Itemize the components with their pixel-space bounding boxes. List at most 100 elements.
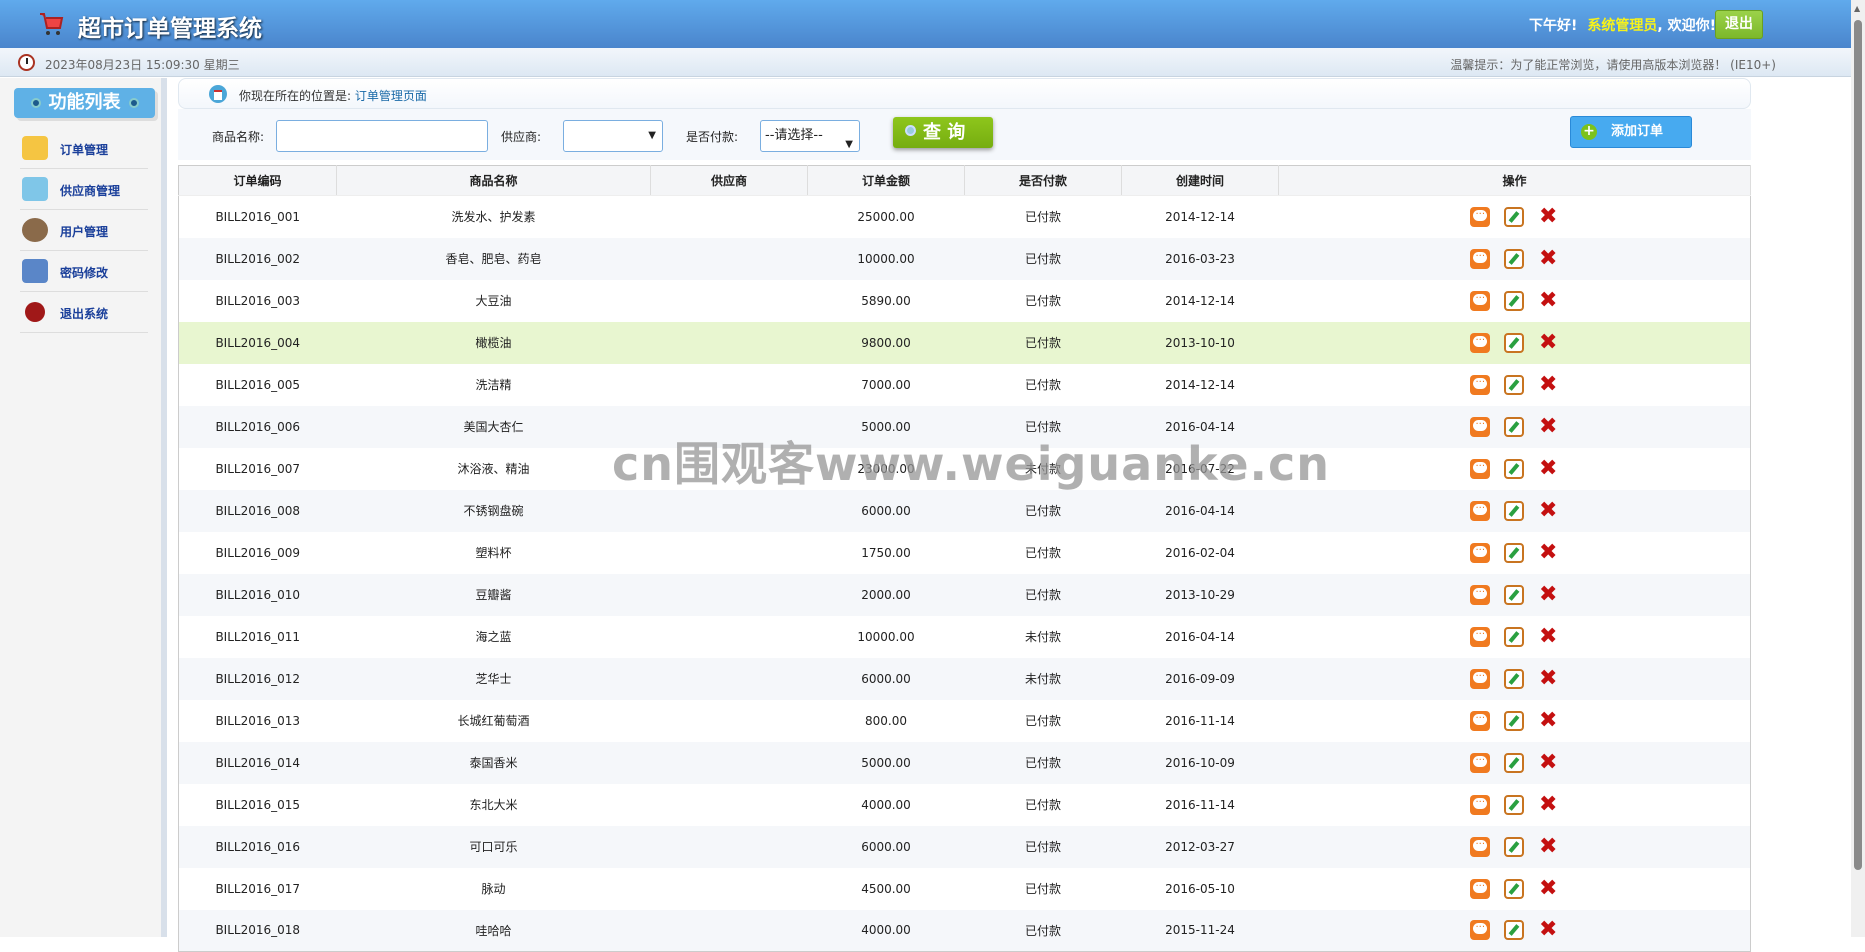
app-title: 超市订单管理系统 (78, 16, 262, 42)
delete-icon[interactable]: ✖ (1538, 541, 1558, 563)
delete-icon[interactable]: ✖ (1538, 625, 1558, 647)
delete-icon[interactable]: ✖ (1538, 373, 1558, 395)
row-actions: ✖ (1279, 784, 1751, 826)
row-actions: ✖ (1279, 532, 1751, 574)
delete-icon[interactable]: ✖ (1538, 877, 1558, 899)
search-bar: 商品名称: 供应商: ▼ 是否付款: --请选择-- ▼ 查 询 + 添加订单 (178, 109, 1751, 160)
exit-icon (25, 302, 45, 322)
delete-icon[interactable]: ✖ (1538, 457, 1558, 479)
view-icon[interactable] (1470, 836, 1491, 857)
edit-icon[interactable] (1504, 290, 1525, 311)
edit-icon[interactable] (1504, 794, 1525, 815)
product-name-input[interactable] (276, 120, 488, 152)
paid-select[interactable]: --请选择-- ▼ (760, 120, 860, 152)
view-icon[interactable] (1470, 794, 1491, 815)
edit-icon[interactable] (1504, 668, 1525, 689)
sidebar-item-label: 密码修改 (60, 266, 109, 280)
provider (651, 196, 808, 238)
view-icon[interactable] (1470, 206, 1491, 227)
edit-icon[interactable] (1504, 920, 1525, 941)
delete-icon[interactable]: ✖ (1538, 331, 1558, 353)
order-amount: 4000.00 (807, 909, 965, 952)
order-code: BILL2016_004 (178, 321, 337, 364)
delete-icon[interactable]: ✖ (1538, 247, 1558, 269)
view-icon[interactable] (1470, 626, 1491, 647)
edit-icon[interactable] (1504, 836, 1525, 857)
edit-icon[interactable] (1504, 416, 1525, 437)
sidebar-item-exit[interactable]: 退出系统 (20, 292, 148, 333)
view-icon[interactable] (1470, 500, 1491, 521)
product-name: 不锈钢盘碗 (336, 489, 651, 532)
edit-icon[interactable] (1504, 710, 1525, 731)
edit-icon[interactable] (1504, 374, 1525, 395)
view-icon[interactable] (1470, 668, 1491, 689)
row-actions: ✖ (1278, 489, 1751, 532)
delete-icon[interactable]: ✖ (1538, 793, 1558, 815)
scroll-thumb[interactable] (1854, 20, 1862, 870)
sidebar-item-password[interactable]: 密码修改 (20, 251, 148, 292)
dot-icon (128, 98, 139, 108)
view-icon[interactable] (1470, 878, 1491, 899)
created-date: 2014-12-14 (1165, 377, 1235, 392)
edit-icon[interactable] (1504, 584, 1525, 605)
view-icon[interactable] (1470, 710, 1491, 731)
order-code: BILL2016_005 (215, 377, 301, 392)
chevron-down-icon: ▼ (845, 139, 853, 150)
view-icon[interactable] (1470, 752, 1491, 773)
product-name: 脉动 (481, 882, 506, 896)
order-amount: 2000.00 (807, 573, 965, 616)
delete-icon[interactable]: ✖ (1538, 289, 1558, 311)
payment-status: 未付款 (964, 657, 1122, 700)
sidebar-item-label: 用户管理 (60, 225, 109, 239)
payment-status: 已付款 (1024, 714, 1061, 728)
info-bar: 2023年08月23日 15:09:30 星期三 温馨提示：为了能正常浏览，请使… (0, 48, 1851, 77)
sidebar-item-orders[interactable]: 订单管理 (20, 128, 148, 169)
edit-icon[interactable] (1504, 458, 1525, 479)
view-icon[interactable] (1470, 542, 1491, 563)
delete-icon[interactable]: ✖ (1538, 205, 1558, 227)
delete-icon[interactable]: ✖ (1538, 499, 1558, 521)
delete-icon[interactable]: ✖ (1538, 919, 1558, 941)
provider (651, 364, 808, 406)
breadcrumb-current[interactable]: 订单管理页面 (355, 89, 427, 103)
view-icon[interactable] (1470, 332, 1491, 353)
sidebar-item-providers[interactable]: 供应商管理 (20, 169, 148, 210)
order-amount: 5890.00 (861, 293, 911, 308)
view-icon[interactable] (1470, 290, 1491, 311)
logout-button[interactable]: 退出 (1715, 10, 1763, 39)
payment-status: 未付款 (1024, 462, 1061, 476)
edit-icon[interactable] (1504, 542, 1525, 563)
delete-icon[interactable]: ✖ (1538, 835, 1558, 857)
view-icon[interactable] (1470, 458, 1491, 479)
view-icon[interactable] (1470, 416, 1491, 437)
query-button[interactable]: 查 询 (893, 117, 993, 148)
delete-icon[interactable]: ✖ (1538, 415, 1558, 437)
order-amount: 4500.00 (861, 881, 911, 896)
view-icon[interactable] (1470, 920, 1491, 941)
product-name: 芝华士 (336, 657, 651, 700)
sidebar-item-users[interactable]: 用户管理 (20, 210, 148, 251)
table-row: BILL2016_006美国大杏仁 5000.00已付款2016-04-14 ✖ (178, 405, 1751, 448)
view-icon[interactable] (1470, 374, 1491, 395)
edit-icon[interactable] (1504, 500, 1525, 521)
edit-icon[interactable] (1504, 332, 1525, 353)
edit-icon[interactable] (1504, 248, 1525, 269)
query-label: 查 询 (923, 122, 966, 143)
delete-icon[interactable]: ✖ (1538, 667, 1558, 689)
delete-icon[interactable]: ✖ (1538, 709, 1558, 731)
edit-icon[interactable] (1504, 626, 1525, 647)
provider-select[interactable]: ▼ (563, 120, 663, 152)
column-header: 创建时间 (1121, 165, 1279, 196)
table-row: BILL2016_017 脉动 4500.00 已付款 2016-05-10 ✖ (179, 868, 1751, 910)
scroll-up-icon[interactable]: ▲ (1854, 4, 1860, 13)
add-order-button[interactable]: + 添加订单 (1570, 116, 1692, 148)
scrollbar[interactable]: ▲ (1851, 0, 1865, 937)
edit-icon[interactable] (1504, 752, 1525, 773)
edit-icon[interactable] (1504, 206, 1525, 227)
edit-icon[interactable] (1504, 878, 1525, 899)
provider (651, 868, 808, 910)
view-icon[interactable] (1470, 248, 1491, 269)
delete-icon[interactable]: ✖ (1538, 751, 1558, 773)
view-icon[interactable] (1470, 584, 1491, 605)
delete-icon[interactable]: ✖ (1538, 583, 1558, 605)
